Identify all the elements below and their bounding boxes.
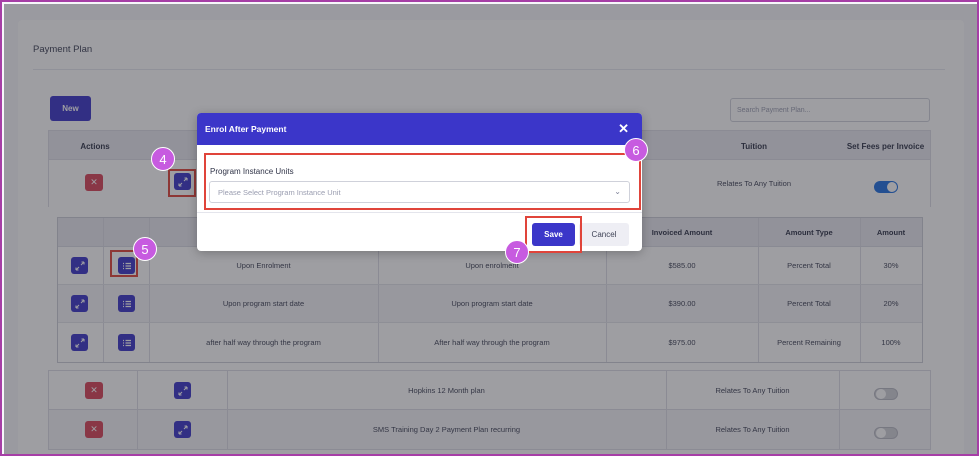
step-badge-5: 5: [133, 237, 157, 261]
highlight-box-6: [204, 153, 641, 210]
step-badge-4: 4: [151, 147, 175, 171]
window-frame: Payment Plan New Search Payment Plan... …: [0, 0, 979, 456]
modal-header: Enrol After Payment: [197, 113, 642, 145]
close-icon[interactable]: ✕: [618, 122, 629, 135]
modal-title: Enrol After Payment: [205, 124, 287, 134]
cancel-button[interactable]: Cancel: [579, 223, 629, 246]
step-badge-6: 6: [624, 138, 648, 162]
modal-footer-divider: [197, 212, 642, 213]
highlight-box-7: [525, 216, 582, 253]
step-badge-7: 7: [505, 240, 529, 264]
